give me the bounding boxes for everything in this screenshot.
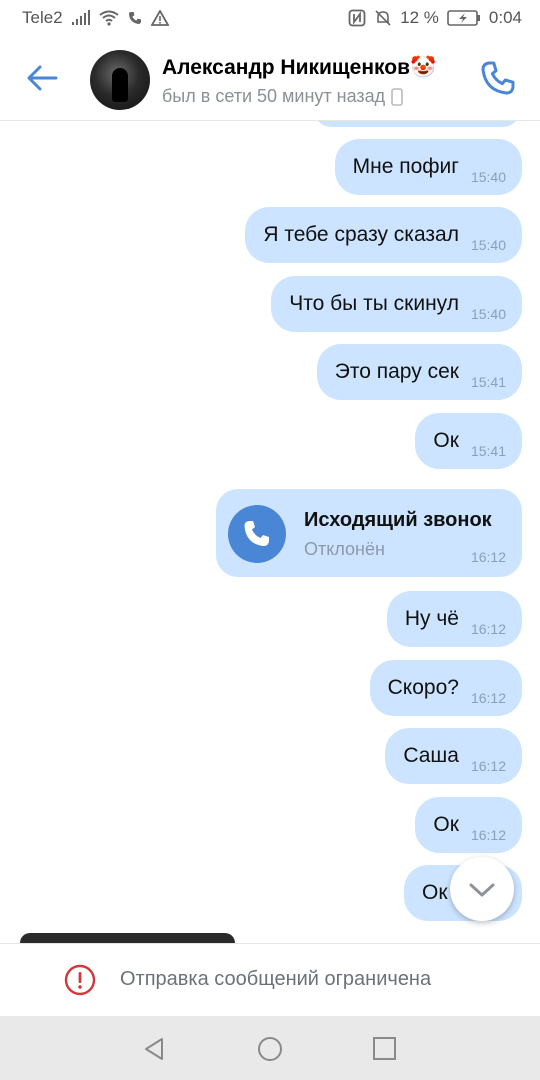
- message-list[interactable]: Мне пофиг 15:40 Я тебе сразу сказал 15:4…: [0, 121, 540, 943]
- message-time: 15:41: [470, 374, 506, 390]
- call-status: Отклонён: [304, 539, 385, 559]
- message-time: 15:40: [470, 306, 506, 322]
- message-time: 15:41: [470, 443, 506, 459]
- message-bubble[interactable]: Ну чё 16:12: [386, 591, 522, 647]
- chat-header: Александр Никищенков🤡 был в сети 50 мину…: [0, 36, 540, 121]
- clown-emoji: 🤡: [409, 56, 437, 79]
- contact-name[interactable]: Александр Никищенков🤡: [162, 56, 436, 80]
- message-time: 16:12: [470, 549, 506, 565]
- message-text: Что бы ты скинул: [289, 292, 459, 315]
- message-time: 16:12: [470, 827, 506, 843]
- nfc-icon: [348, 9, 366, 27]
- partial-image-preview[interactable]: [20, 933, 235, 943]
- carrier-label: Tele2: [22, 8, 63, 27]
- phone-icon: [244, 521, 269, 546]
- warning-circle-icon: [64, 964, 96, 996]
- scroll-down-button[interactable]: [450, 857, 514, 921]
- message-time: 15:40: [470, 169, 506, 185]
- avatar[interactable]: [90, 50, 150, 110]
- messaging-restricted-bar: Отправка сообщений ограничена: [0, 943, 540, 1017]
- last-seen: был в сети 50 минут назад: [162, 86, 403, 107]
- call-icon-circle[interactable]: [228, 505, 286, 563]
- nav-back-icon[interactable]: [140, 1034, 170, 1064]
- message-time: 16:12: [470, 690, 506, 706]
- message-bubble[interactable]: Ок 15:41: [415, 413, 522, 469]
- message-bubble[interactable]: Скоро? 16:12: [369, 660, 522, 716]
- message-text: Это пару сек: [334, 360, 459, 383]
- clock: 0:04: [488, 8, 522, 27]
- nav-recents-icon[interactable]: [370, 1034, 400, 1064]
- alert-triangle-icon: [150, 10, 169, 26]
- status-bar: Tele2 12 % 0:04: [0, 0, 540, 36]
- mute-icon: [375, 10, 391, 26]
- message-time: 16:12: [470, 621, 506, 637]
- last-seen-text: был в сети 50 минут назад: [162, 86, 386, 106]
- message-text: Мне пофиг: [352, 155, 459, 178]
- call-title: Исходящий звонок: [304, 509, 492, 531]
- message-text: Я тебе сразу сказал: [263, 223, 459, 246]
- chevron-down-icon: [469, 883, 495, 897]
- call-message-bubble[interactable]: Исходящий звонок Отклонён 16:12: [216, 489, 522, 577]
- message-bubble[interactable]: Мне пофиг 15:40: [334, 139, 522, 195]
- message-time: 16:12: [470, 758, 506, 774]
- call-status-icon: [128, 12, 141, 24]
- message-bubble[interactable]: Я тебе сразу сказал 15:40: [245, 207, 522, 263]
- system-navigation-bar: [0, 1016, 540, 1080]
- nav-home-icon[interactable]: [255, 1034, 285, 1064]
- battery-percent: 12 %: [400, 8, 439, 27]
- message-text: Скоро?: [387, 676, 459, 699]
- message-time: 15:40: [470, 237, 506, 253]
- message-text: Ок: [422, 881, 448, 904]
- message-text: Саша: [403, 744, 459, 767]
- message-bubble[interactable]: Саша 16:12: [385, 728, 522, 784]
- message-text: Ну чё: [404, 607, 459, 630]
- wifi-icon: [99, 10, 119, 26]
- message-text: Ок: [433, 429, 459, 452]
- mobile-device-icon: [391, 87, 403, 106]
- contact-name-text: Александр Никищенков: [162, 56, 410, 79]
- partial-message-bubble: [312, 121, 522, 127]
- battery-icon: [447, 10, 480, 26]
- restriction-text: Отправка сообщений ограничена: [120, 968, 432, 990]
- phone-icon[interactable]: [478, 58, 518, 98]
- message-bubble[interactable]: Ок 16:12: [415, 797, 522, 853]
- message-bubble[interactable]: Что бы ты скинул 15:40: [271, 276, 522, 332]
- back-arrow-icon[interactable]: [22, 58, 62, 98]
- message-bubble[interactable]: Это пару сек 15:41: [316, 344, 522, 400]
- signal-icon: [71, 10, 90, 25]
- message-text: Ок: [433, 813, 459, 836]
